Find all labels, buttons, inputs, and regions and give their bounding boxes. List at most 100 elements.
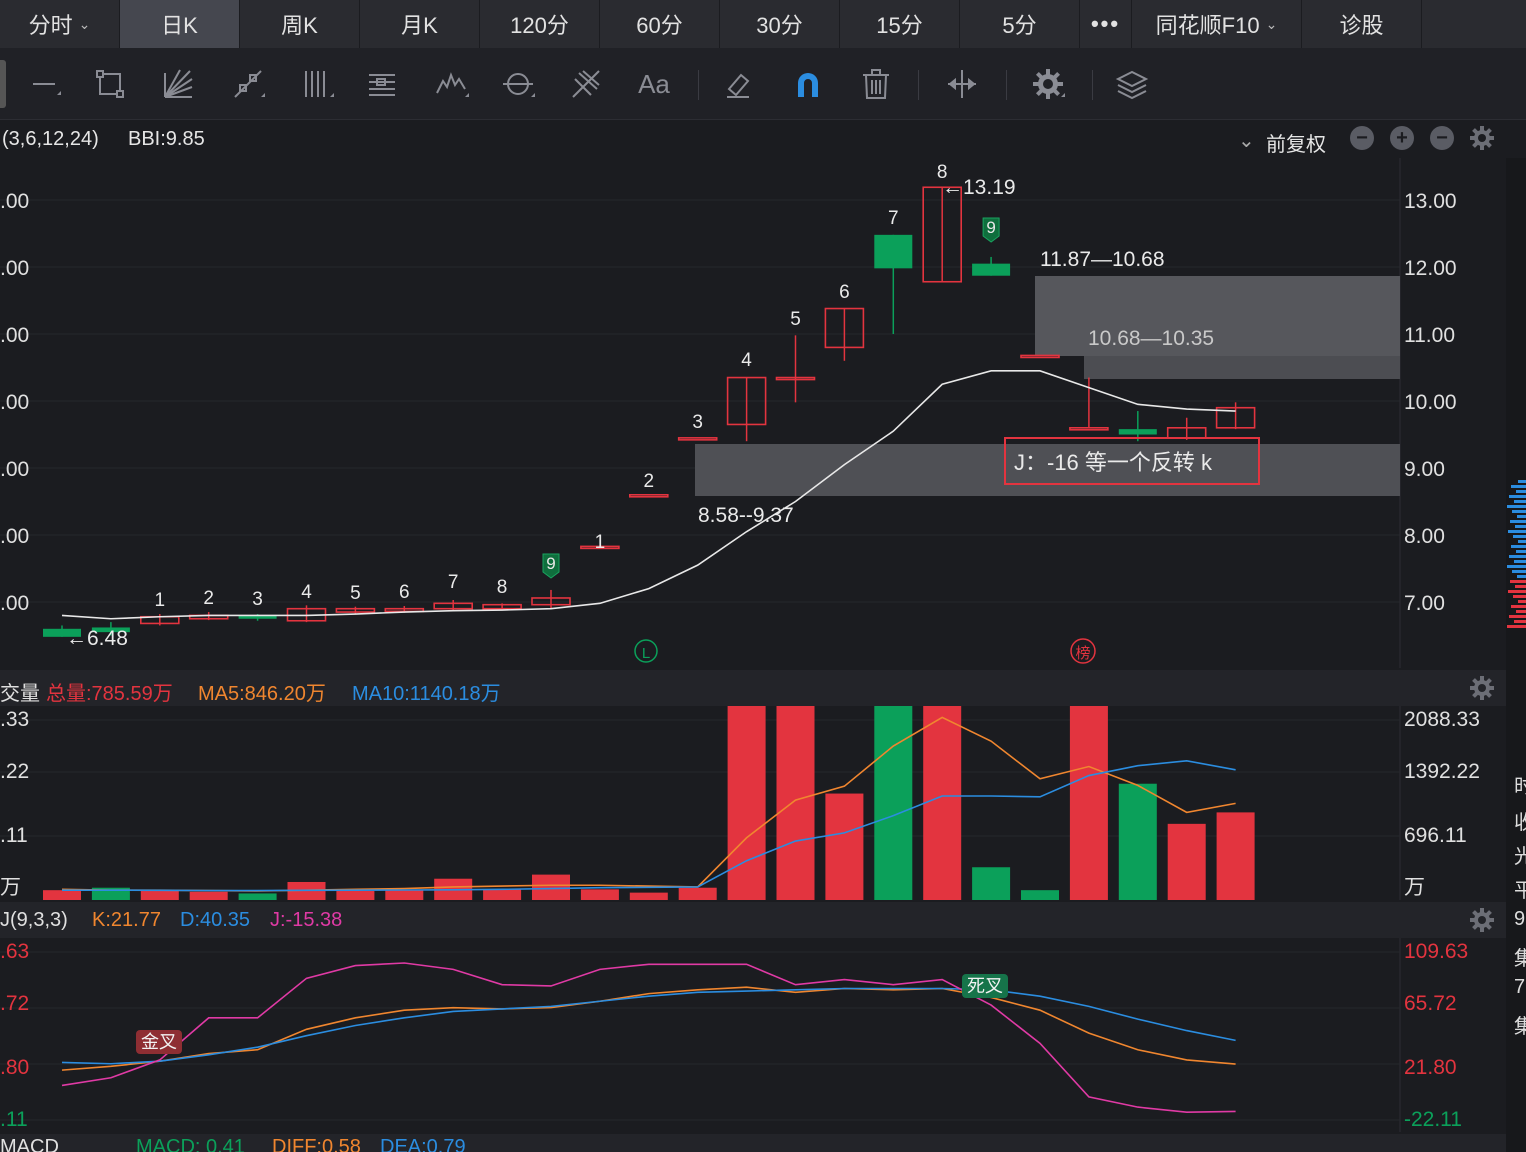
volume-bar: [336, 890, 375, 900]
tab-f10[interactable]: 同花顺F10 ⌄: [1132, 0, 1302, 48]
volume-bar: [189, 891, 228, 900]
magnet-tool-icon[interactable]: [786, 62, 830, 106]
tab-60min[interactable]: 60分: [600, 0, 720, 48]
sequence-count: 1: [155, 590, 166, 611]
tab-label: 同花顺F10: [1155, 13, 1260, 38]
volume-bar: [1216, 812, 1255, 900]
sequence-count: 7: [888, 208, 899, 229]
price-axis-label: .00: [0, 391, 29, 414]
tab-15min[interactable]: 15分: [840, 0, 960, 48]
volume-bar: [43, 890, 81, 900]
more-icon: •••: [1090, 11, 1121, 36]
minus-icon[interactable]: −: [1350, 126, 1374, 150]
price-axis-label: .00: [0, 324, 29, 347]
trash-icon[interactable]: [854, 62, 898, 106]
eraser-tool-icon[interactable]: [716, 62, 760, 106]
fan-tool-icon[interactable]: [155, 62, 199, 106]
more-tabs-button[interactable]: •••: [1080, 0, 1132, 48]
fib-tool-icon[interactable]: [564, 62, 608, 106]
volume-axis-label: 696.11: [1404, 824, 1467, 847]
annotation-text: J：-16 等一个反转 k: [1014, 450, 1213, 475]
zone-label: 8.58--9.37: [698, 504, 794, 527]
order-book-bar: [1511, 485, 1526, 488]
tab-30min[interactable]: 30分: [720, 0, 840, 48]
sequence-count: 3: [252, 589, 263, 610]
volume-chart[interactable]: 2088.33 1392.22 696.11 万 .33 .22 .11 万: [0, 706, 1506, 900]
order-book-bar: [1514, 620, 1526, 623]
volume-bar: [874, 706, 913, 900]
line-tool-icon[interactable]: [22, 62, 66, 106]
price-axis-label: .00: [0, 190, 29, 213]
nine-badge-text: 9: [546, 554, 555, 573]
gear-icon[interactable]: [1469, 675, 1495, 701]
kline-chart[interactable]: 1 2 3 4 5 6 7 81234567899←6.48←13.1911.87—10.68…: [0, 158, 1506, 668]
tab-daily-k[interactable]: 日K: [120, 0, 240, 48]
side-panel-text: 收: [1514, 812, 1526, 834]
order-book-bar: [1511, 545, 1526, 548]
rectangle-tool-icon[interactable]: [88, 62, 132, 106]
volume-bar: [1021, 890, 1059, 900]
gear-icon[interactable]: [1469, 125, 1495, 151]
order-book-bar: [1512, 570, 1526, 573]
volume-bar: [1069, 706, 1108, 900]
toolbar-divider: [1092, 70, 1093, 100]
cycle-tool-icon[interactable]: [496, 62, 540, 106]
sequence-count: 1: [595, 532, 606, 553]
tab-weekly-k[interactable]: 周K: [240, 0, 360, 48]
zone-label: 10.68—10.35: [1088, 327, 1214, 350]
sequence-count: 6: [839, 282, 850, 303]
side-panel-text: 集: [1514, 948, 1526, 970]
kdj-axis-label: .80: [0, 1056, 29, 1079]
tab-label: 月K: [401, 13, 438, 38]
nine-badge-text: 9: [986, 218, 995, 237]
sequence-count: 8: [497, 577, 508, 598]
volume-bar: [923, 706, 962, 900]
settings-icon[interactable]: [1026, 62, 1070, 106]
price-axis-label: 9.00: [1404, 458, 1445, 481]
side-panel-text: 时: [1514, 776, 1526, 798]
tab-label: 15分: [876, 13, 923, 38]
side-panel-text: 7: [1514, 976, 1526, 998]
chevron-down-icon[interactable]: ⌄: [1238, 128, 1255, 153]
kdj-d: D:40.35: [180, 909, 251, 931]
kdj-axis-label: .11: [0, 1108, 28, 1131]
order-book-bar: [1507, 625, 1526, 628]
kdj-k: K:21.77: [92, 909, 161, 931]
volume-bar: [776, 706, 815, 900]
gear-icon[interactable]: [1469, 907, 1495, 933]
plus-icon[interactable]: +: [1390, 126, 1414, 150]
volume-ma5: MA5:846.20万: [198, 683, 326, 705]
volume-total: 总量:785.59万: [46, 683, 173, 705]
candle-body: [1020, 354, 1060, 359]
order-book-bar: [1516, 490, 1526, 493]
volume-bar: [727, 706, 766, 900]
kdj-axis-label: -22.11: [1404, 1108, 1462, 1131]
text-tool-icon[interactable]: Aa: [632, 62, 676, 106]
order-book-bar: [1518, 480, 1526, 483]
tab-120min[interactable]: 120分: [480, 0, 600, 48]
toolbar-collapse-handle[interactable]: [0, 60, 6, 108]
measure-tool-icon[interactable]: [940, 62, 984, 106]
price-axis-label: 8.00: [1404, 525, 1445, 548]
tab-diagnose[interactable]: 诊股: [1302, 0, 1422, 48]
death-cross-text: 死叉: [967, 976, 1003, 997]
toolbar-divider: [1006, 70, 1007, 100]
candle-body: [628, 493, 669, 498]
kdj-chart[interactable]: 金叉 死叉 109.63 65.72 21.80 -22.11 .63 .72 .80 .11: [0, 938, 1506, 1132]
tab-monthly-k[interactable]: 月K: [360, 0, 480, 48]
wave-tool-icon[interactable]: [430, 62, 474, 106]
volume-axis-label: 万: [1404, 876, 1425, 899]
side-panel-text: 平: [1514, 880, 1526, 902]
layers-icon[interactable]: [1110, 62, 1154, 106]
tab-fenshi[interactable]: 分时 ⌄: [0, 0, 120, 48]
side-panel-edge[interactable]: [1506, 158, 1526, 1152]
gann-tool-icon[interactable]: [360, 62, 404, 106]
vertical-lines-tool-icon[interactable]: [295, 62, 339, 106]
trend-tool-icon[interactable]: [226, 62, 270, 106]
minus-icon[interactable]: −: [1430, 126, 1454, 150]
candle-body: [874, 234, 913, 269]
tab-5min[interactable]: 5分: [960, 0, 1080, 48]
adjust-mode-selector[interactable]: 前复权: [1266, 128, 1326, 157]
kdj-panel: 金叉 死叉 109.63 65.72 21.80 -22.11 .63 .72 .80 .11: [0, 938, 1506, 1132]
kdj-d-line: [61, 987, 1236, 1065]
